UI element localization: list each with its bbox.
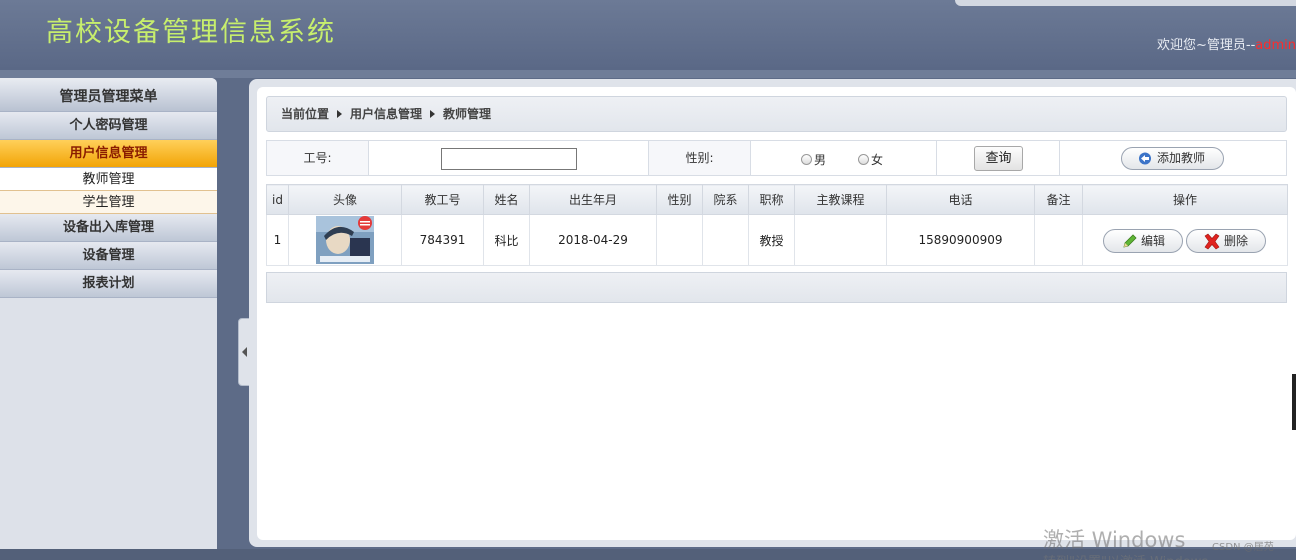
content-area: 当前位置 用户信息管理 教师管理 工号: 性别: 男 女 查询 添加教师 id …	[257, 87, 1296, 540]
cell-title: 教授	[748, 214, 795, 266]
column-header: 性别	[656, 184, 703, 215]
column-header: 院系	[702, 184, 749, 215]
table-header-row: id 头像 教工号 姓名 出生年月 性别 院系 职称 主教课程 电话 备注 操作	[266, 184, 1288, 215]
gender-radio-male[interactable]: 男	[801, 151, 826, 168]
column-header: 头像	[288, 184, 402, 215]
search-bar: 工号: 性别: 男 女 查询 添加教师	[266, 140, 1287, 176]
cell-avatar	[288, 214, 402, 266]
sidebar-item-report[interactable]: 报表计划	[0, 270, 217, 298]
activation-watermark-sub: 转到"设置"以激活 Windows。	[1043, 551, 1221, 560]
radio-icon	[801, 154, 812, 165]
avatar	[316, 216, 374, 264]
add-arrow-icon	[1139, 152, 1151, 165]
table-row: 1 784391 科比 2018-04-29 教授 15890900909 编辑…	[266, 214, 1288, 266]
app-title: 高校设备管理信息系统	[46, 17, 336, 48]
breadcrumb-item: 教师管理	[443, 107, 492, 121]
column-header: 教工号	[401, 184, 484, 215]
welcome-prefix: 欢迎您~管理员--	[1157, 38, 1256, 53]
welcome-text: 欢迎您~管理员--admin	[1157, 34, 1296, 53]
edit-button[interactable]: 编辑	[1103, 229, 1183, 253]
cell-gender	[656, 214, 703, 266]
teacher-table: id 头像 教工号 姓名 出生年月 性别 院系 职称 主教课程 电话 备注 操作…	[266, 184, 1288, 266]
breadcrumb-arrow-icon	[430, 110, 436, 118]
column-header: 主教课程	[794, 184, 887, 215]
scrollbar[interactable]	[1292, 374, 1296, 430]
query-cell: 查询	[937, 141, 1060, 175]
staff-no-input[interactable]	[441, 148, 577, 170]
chevron-left-icon	[242, 347, 247, 357]
gender-radio-female[interactable]: 女	[858, 151, 883, 168]
pencil-icon	[1123, 234, 1137, 248]
column-header: 电话	[886, 184, 1035, 215]
gender-option-label: 男	[814, 153, 827, 167]
add-teacher-label: 添加教师	[1157, 151, 1206, 165]
table-footer-bar	[266, 272, 1287, 303]
sidebar-title: 管理员管理菜单	[0, 78, 217, 112]
column-header: 操作	[1082, 184, 1288, 215]
cell-phone: 15890900909	[886, 214, 1035, 266]
cell-note	[1034, 214, 1083, 266]
main-panel: 当前位置 用户信息管理 教师管理 工号: 性别: 男 女 查询 添加教师 id …	[249, 79, 1296, 547]
column-header: id	[266, 184, 289, 215]
query-button[interactable]: 查询	[974, 146, 1023, 171]
sidebar-item-equipment[interactable]: 设备管理	[0, 242, 217, 270]
column-header: 职称	[748, 184, 795, 215]
breadcrumb: 当前位置 用户信息管理 教师管理	[266, 96, 1287, 132]
top-decoration	[955, 0, 1296, 6]
cell-actions: 编辑 删除	[1082, 214, 1288, 266]
close-icon	[1204, 233, 1220, 250]
cell-staff-no: 784391	[401, 214, 484, 266]
column-header: 姓名	[483, 184, 530, 215]
sidebar-item-inout[interactable]: 设备出入库管理	[0, 214, 217, 242]
breadcrumb-arrow-icon	[337, 110, 343, 118]
column-header: 出生年月	[529, 184, 657, 215]
activation-watermark: 激活 Windows	[1043, 528, 1186, 552]
cell-course	[794, 214, 887, 266]
sidebar-item-user-info[interactable]: 用户信息管理	[0, 140, 217, 168]
add-cell: 添加教师	[1060, 141, 1286, 175]
staff-no-label: 工号:	[267, 141, 369, 175]
breadcrumb-item: 用户信息管理	[350, 107, 423, 121]
gender-cell: 男 女	[751, 141, 937, 175]
sidebar-subitem-teacher[interactable]: 教师管理	[0, 168, 217, 191]
cell-id: 1	[266, 214, 289, 266]
staff-no-cell	[369, 141, 649, 175]
header-divider	[0, 70, 1296, 78]
cell-name: 科比	[483, 214, 530, 266]
header-bar: 高校设备管理信息系统 欢迎您~管理员--admin	[0, 0, 1296, 70]
csdn-watermark: CSDN @居苑	[1212, 542, 1274, 553]
gender-option-label: 女	[871, 153, 884, 167]
edit-label: 编辑	[1141, 234, 1166, 248]
delete-label: 删除	[1224, 234, 1249, 248]
sidebar: 管理员管理菜单 个人密码管理 用户信息管理 教师管理 学生管理 设备出入库管理 …	[0, 78, 217, 550]
gender-label: 性别:	[649, 141, 751, 175]
delete-button[interactable]: 删除	[1186, 229, 1266, 253]
breadcrumb-item: 当前位置	[281, 107, 330, 121]
sidebar-item-password[interactable]: 个人密码管理	[0, 112, 217, 140]
username: admin	[1255, 38, 1296, 53]
radio-icon	[858, 154, 869, 165]
add-teacher-button[interactable]: 添加教师	[1121, 147, 1224, 170]
column-header: 备注	[1034, 184, 1083, 215]
cell-birth: 2018-04-29	[529, 214, 657, 266]
cell-dept	[702, 214, 749, 266]
sidebar-subitem-student[interactable]: 学生管理	[0, 191, 217, 214]
